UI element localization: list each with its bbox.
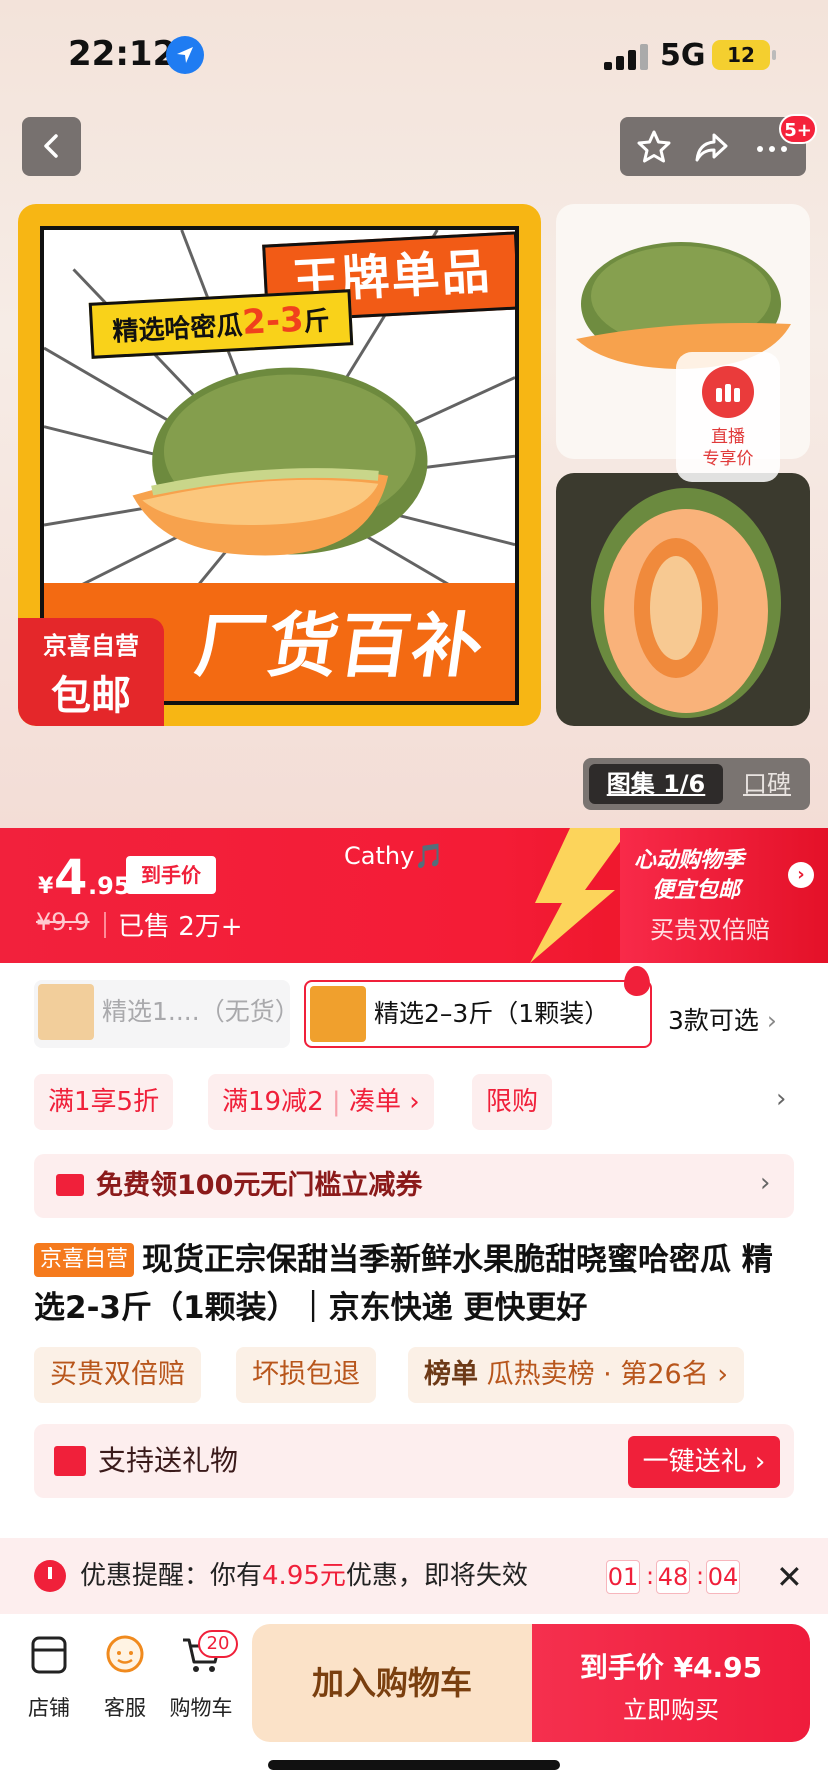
tab-reviews[interactable]: 口碑 <box>731 764 803 804</box>
cellular-signal-icon <box>604 44 648 70</box>
sold-count: 已售 2万+ <box>118 912 243 942</box>
self-operated-badge: 京喜自营 <box>34 1243 135 1277</box>
status-time: 22:12 <box>68 34 177 74</box>
damage-refund-chip[interactable]: 坏损包退 <box>236 1347 376 1403</box>
nav-service-label: 客服 <box>104 1696 146 1720</box>
chevron-right-icon[interactable]: › <box>776 1084 786 1114</box>
tag-line-1: 京喜自营 <box>43 632 139 660</box>
add-to-cart-button[interactable]: 加入购物车 <box>252 1624 532 1742</box>
price-divider <box>104 912 106 938</box>
promo-line2: 便宜包邮 <box>652 878 741 903</box>
countdown-separator: : <box>646 1562 655 1590</box>
price-symbol: ¥ <box>38 874 54 899</box>
chevron-left-icon <box>43 134 58 158</box>
bottom-slogan: 厂货百补 <box>190 605 490 687</box>
gift-banner: 支持送礼物 一键送礼 › <box>34 1424 794 1498</box>
variant-label: 精选2–3斤（1颗装） <box>374 999 610 1028</box>
star-icon[interactable] <box>634 127 674 167</box>
voucher-text: 免费领100元无门槛立减券 <box>96 1170 423 1201</box>
main-product-image[interactable]: 王牌单品 精选哈密瓜2-3斤 厂货百补 京喜自营 包邮 <box>18 204 541 726</box>
cart-count-badge: 20 <box>198 1630 238 1658</box>
variant-selector: 精选1....（无货） 精选2–3斤（1颗装） 3款可选 › <box>0 963 828 1063</box>
tag-line-2: 包邮 <box>51 673 131 719</box>
variant-thumbnail <box>310 986 366 1042</box>
gallery-switch: 图集 1/6 口碑 <box>583 758 810 810</box>
shopping-season-promo[interactable]: 心动购物季 便宜包邮 › 买贵双倍赔 <box>620 828 828 963</box>
countdown-separator: : <box>696 1562 705 1590</box>
nav-store-label: 店铺 <box>28 1696 70 1720</box>
nav-cart-label: 购物车 <box>169 1696 233 1720</box>
tab-gallery[interactable]: 图集 1/6 <box>589 764 723 804</box>
double-compensation-chip[interactable]: 买贵双倍赔 <box>34 1347 201 1403</box>
coupon-chip-discount[interactable]: 满1享5折 <box>34 1074 174 1130</box>
voucher-icon <box>56 1174 84 1196</box>
header-actions <box>620 117 806 176</box>
buy-now-price: 到手价 ¥4.95 <box>579 1651 763 1684</box>
price-integer: 4 <box>54 850 88 906</box>
promo-line1: 心动购物季 <box>634 848 745 873</box>
status-bar: 22:12 5G 12 <box>0 0 828 110</box>
product-title: 京喜自营 现货正宗保甜当季新鲜水果脆甜晓蜜哈密瓜 精选2-3斤（1颗装）｜京东快递… <box>34 1236 794 1332</box>
customer-service-icon <box>106 1635 144 1673</box>
nav-store[interactable]: 店铺 <box>12 1632 86 1722</box>
buy-now-button[interactable]: 到手价 ¥4.95 立即购买 <box>532 1624 810 1742</box>
ranking-chip[interactable]: 榜单 瓜热卖榜 · 第26名 › <box>408 1347 745 1403</box>
self-operated-tag: 京喜自营 包邮 <box>18 618 164 726</box>
countdown-hours: 01 <box>606 1560 640 1594</box>
variant-label: 精选1....（无货） <box>102 997 300 1026</box>
home-indicator <box>268 1760 560 1770</box>
live-price-badge[interactable]: 直播 专享价 <box>676 352 780 482</box>
gift-text: 支持送礼物 <box>98 1444 239 1477</box>
coupon-chip-reduction[interactable]: 满19减2 | 凑单 › <box>208 1074 434 1130</box>
battery-indicator: 12 <box>712 40 776 70</box>
promo-line3: 买贵双倍赔 <box>650 916 770 944</box>
melon-cut-graphic <box>591 488 781 718</box>
user-name: Cathy🎵 <box>344 842 445 870</box>
coupon-row: 满1享5折 满19减2 | 凑单 › 限购 › <box>0 1070 828 1140</box>
send-gift-button[interactable]: 一键送礼 › <box>628 1436 780 1488</box>
variant-option-1[interactable]: 精选1....（无货） <box>34 980 300 1048</box>
nav-service[interactable]: 客服 <box>88 1632 162 1722</box>
buy-now-label: 立即购买 <box>623 1696 719 1724</box>
coupon-chip-limit[interactable]: 限购 <box>472 1074 553 1130</box>
price-decimal: .95 <box>88 872 131 900</box>
more-variants-link[interactable]: 3款可选 › <box>668 1001 777 1037</box>
live-broadcast-icon <box>702 366 754 418</box>
chevron-right-icon: › <box>788 862 814 888</box>
countdown-minutes: 48 <box>656 1560 690 1594</box>
lightning-bolt-graphic <box>530 828 630 963</box>
close-icon[interactable]: ✕ <box>776 1558 803 1596</box>
chevron-right-icon: › <box>760 1168 771 1198</box>
price-bar: ¥ 4 .95 到手价 ¥9.9 已售 2万+ Cathy🎵 心动购物季 便宜包… <box>0 828 828 963</box>
variant-thumbnail <box>38 984 94 1040</box>
network-type: 5G <box>660 38 706 73</box>
hot-fire-icon <box>624 966 650 996</box>
live-badge-line1: 直播 <box>711 427 745 447</box>
clock-icon <box>34 1560 66 1592</box>
gift-icon <box>54 1446 86 1476</box>
back-button[interactable] <box>22 117 81 176</box>
voucher-banner[interactable]: 免费领100元无门槛立减券 › <box>34 1154 794 1218</box>
location-arrow-icon <box>166 36 204 74</box>
live-badge-line2: 专享价 <box>702 449 754 469</box>
notification-badge: 5+ <box>779 114 817 144</box>
reminder-text: 优惠提醒：你有4.95元优惠，即将失效 <box>80 1561 528 1591</box>
product-title-text: 现货正宗保甜当季新鲜水果脆甜晓蜜哈密瓜 精选2-3斤（1颗装）｜京东快递 更快更… <box>34 1242 773 1326</box>
store-icon <box>31 1636 67 1674</box>
final-price-tag: 到手价 <box>126 856 216 894</box>
share-icon[interactable] <box>692 127 732 167</box>
discount-reminder: 优惠提醒：你有4.95元优惠，即将失效 01 : 48 : 04 ✕ <box>0 1538 828 1614</box>
variant-option-2[interactable]: 精选2–3斤（1颗装） <box>304 980 652 1048</box>
original-price: ¥9.9 <box>36 908 90 936</box>
thumbnail-image-2[interactable] <box>556 473 810 726</box>
countdown-seconds: 04 <box>706 1560 740 1594</box>
